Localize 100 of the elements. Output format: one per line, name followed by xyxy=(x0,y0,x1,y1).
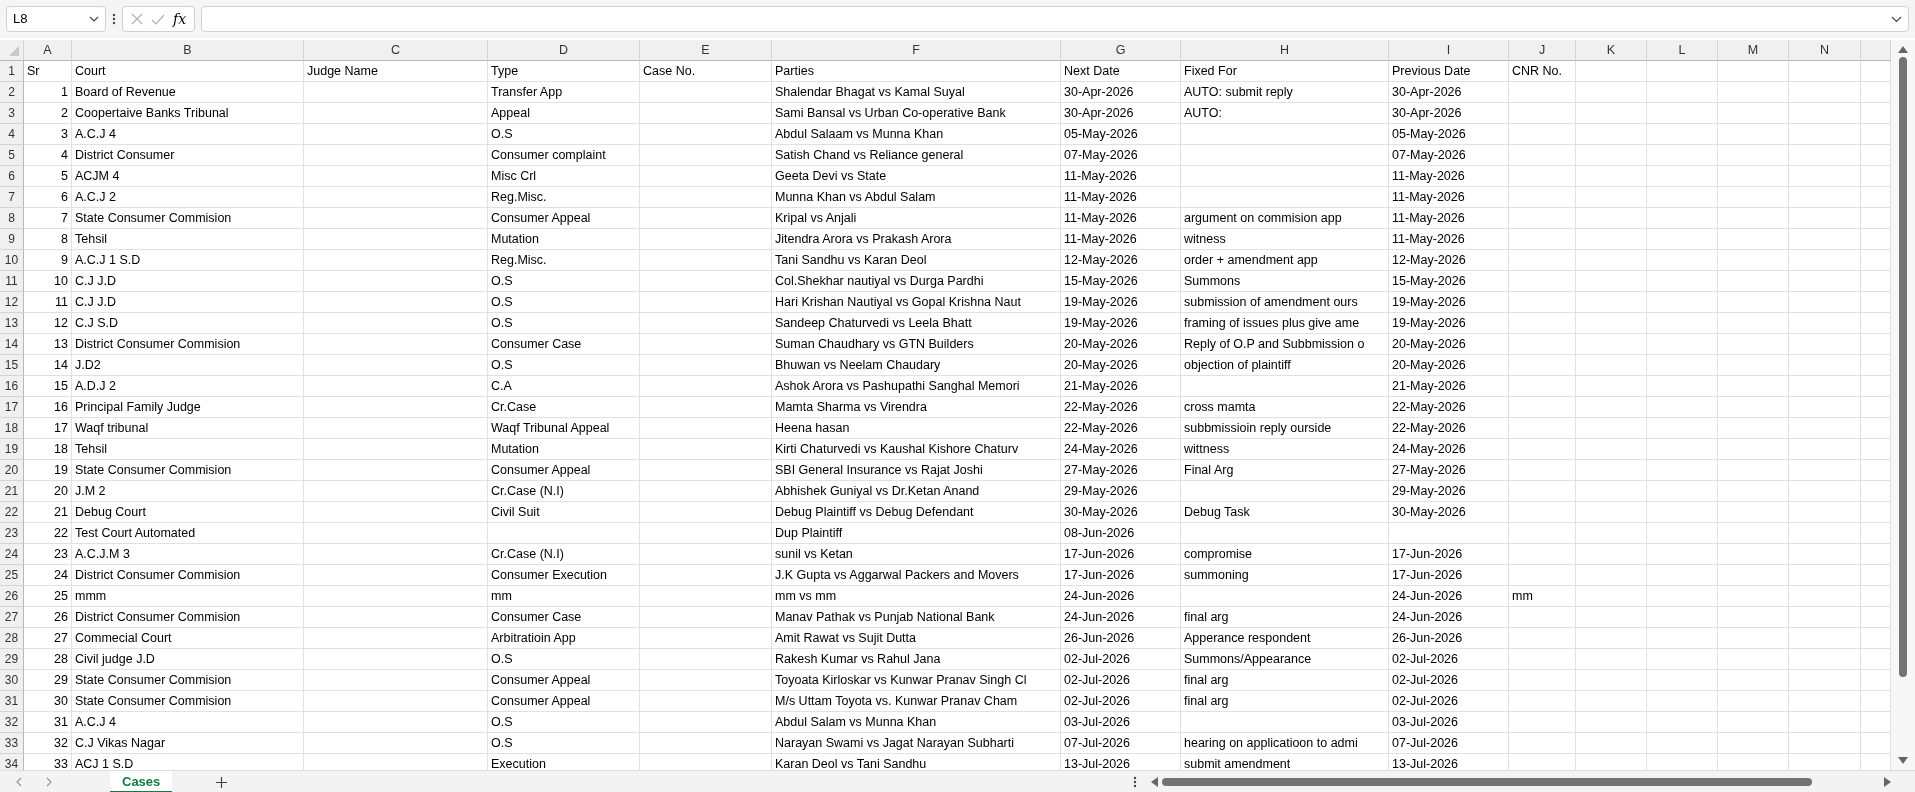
sheet-tab[interactable]: Cases xyxy=(110,770,173,792)
empty-cell[interactable] xyxy=(1718,292,1789,313)
empty-cell[interactable] xyxy=(1509,145,1576,166)
empty-cell[interactable] xyxy=(1647,334,1718,355)
empty-cell[interactable] xyxy=(1181,124,1389,145)
empty-cell[interactable] xyxy=(1509,187,1576,208)
vertical-scrollbar-thumb[interactable] xyxy=(1899,57,1907,677)
empty-cell[interactable] xyxy=(1181,586,1389,607)
empty-cell[interactable] xyxy=(1576,229,1647,250)
empty-cell[interactable] xyxy=(1509,565,1576,586)
empty-cell[interactable] xyxy=(304,649,488,670)
empty-cell[interactable] xyxy=(1789,145,1861,166)
empty-cell[interactable] xyxy=(1718,334,1789,355)
empty-cell[interactable] xyxy=(1789,229,1861,250)
scroll-down-icon[interactable] xyxy=(1898,757,1908,764)
empty-cell[interactable] xyxy=(1576,124,1647,145)
empty-cell[interactable] xyxy=(1509,460,1576,481)
empty-cell[interactable] xyxy=(1789,628,1861,649)
empty-cell[interactable] xyxy=(640,607,772,628)
empty-cell[interactable] xyxy=(1576,481,1647,502)
empty-cell[interactable] xyxy=(1576,691,1647,712)
empty-cell[interactable] xyxy=(304,208,488,229)
empty-cell[interactable] xyxy=(1576,418,1647,439)
empty-cell[interactable] xyxy=(1718,250,1789,271)
empty-cell[interactable] xyxy=(1647,418,1718,439)
row-header[interactable]: 6 xyxy=(0,166,24,187)
empty-cell[interactable] xyxy=(1647,523,1718,544)
empty-cell[interactable] xyxy=(1389,523,1509,544)
empty-cell[interactable] xyxy=(1647,82,1718,103)
row-header[interactable]: 33 xyxy=(0,733,24,754)
row-header[interactable]: 12 xyxy=(0,292,24,313)
row-header[interactable]: 18 xyxy=(0,418,24,439)
empty-cell[interactable] xyxy=(1576,376,1647,397)
empty-cell[interactable] xyxy=(1647,733,1718,754)
empty-cell[interactable] xyxy=(640,187,772,208)
empty-cell[interactable] xyxy=(1576,355,1647,376)
empty-cell[interactable] xyxy=(640,439,772,460)
empty-cell[interactable] xyxy=(1576,292,1647,313)
empty-cell[interactable] xyxy=(304,523,488,544)
empty-cell[interactable] xyxy=(1789,292,1861,313)
empty-cell[interactable] xyxy=(1647,628,1718,649)
empty-cell[interactable] xyxy=(1718,439,1789,460)
empty-cell[interactable] xyxy=(1789,502,1861,523)
empty-cell[interactable] xyxy=(1718,145,1789,166)
empty-cell[interactable] xyxy=(1718,229,1789,250)
empty-cell[interactable] xyxy=(1181,376,1389,397)
empty-cell[interactable] xyxy=(1181,145,1389,166)
empty-cell[interactable] xyxy=(1789,124,1861,145)
empty-cell[interactable] xyxy=(1576,271,1647,292)
empty-cell[interactable] xyxy=(640,712,772,733)
row-header[interactable]: 31 xyxy=(0,691,24,712)
empty-cell[interactable] xyxy=(1718,628,1789,649)
empty-cell[interactable] xyxy=(1647,712,1718,733)
empty-cell[interactable] xyxy=(1181,166,1389,187)
name-box[interactable]: L8 xyxy=(6,6,106,32)
empty-cell[interactable] xyxy=(1718,565,1789,586)
column-header[interactable]: K xyxy=(1576,40,1647,61)
empty-cell[interactable] xyxy=(1181,523,1389,544)
empty-cell[interactable] xyxy=(1509,229,1576,250)
empty-cell[interactable] xyxy=(304,103,488,124)
empty-cell[interactable] xyxy=(1789,418,1861,439)
empty-cell[interactable] xyxy=(1789,103,1861,124)
empty-cell[interactable] xyxy=(1647,271,1718,292)
empty-cell[interactable] xyxy=(1789,82,1861,103)
empty-cell[interactable] xyxy=(1647,292,1718,313)
empty-cell[interactable] xyxy=(1647,691,1718,712)
empty-cell[interactable] xyxy=(304,502,488,523)
empty-cell[interactable] xyxy=(1576,544,1647,565)
empty-cell[interactable] xyxy=(1576,628,1647,649)
empty-cell[interactable] xyxy=(640,250,772,271)
empty-cell[interactable] xyxy=(304,166,488,187)
empty-cell[interactable] xyxy=(304,712,488,733)
empty-cell[interactable] xyxy=(1509,271,1576,292)
empty-cell[interactable] xyxy=(1576,649,1647,670)
column-header[interactable]: M xyxy=(1718,40,1789,61)
row-header[interactable]: 9 xyxy=(0,229,24,250)
scroll-up-icon[interactable] xyxy=(1898,46,1908,53)
empty-cell[interactable] xyxy=(1789,481,1861,502)
empty-cell[interactable] xyxy=(1647,145,1718,166)
empty-cell[interactable] xyxy=(640,586,772,607)
empty-cell[interactable] xyxy=(1576,502,1647,523)
empty-cell[interactable] xyxy=(1789,250,1861,271)
empty-cell[interactable] xyxy=(1647,397,1718,418)
row-header[interactable]: 29 xyxy=(0,649,24,670)
empty-cell[interactable] xyxy=(304,397,488,418)
empty-cell[interactable] xyxy=(640,628,772,649)
empty-cell[interactable] xyxy=(1647,565,1718,586)
empty-cell[interactable] xyxy=(640,523,772,544)
empty-cell[interactable] xyxy=(640,418,772,439)
empty-cell[interactable] xyxy=(1789,187,1861,208)
empty-cell[interactable] xyxy=(1718,649,1789,670)
scroll-right-icon[interactable] xyxy=(1884,776,1891,787)
check-icon[interactable] xyxy=(151,13,165,25)
row-header[interactable]: 24 xyxy=(0,544,24,565)
empty-cell[interactable] xyxy=(304,439,488,460)
empty-cell[interactable] xyxy=(1647,313,1718,334)
empty-cell[interactable] xyxy=(1718,271,1789,292)
row-header[interactable]: 4 xyxy=(0,124,24,145)
empty-cell[interactable] xyxy=(1647,124,1718,145)
empty-cell[interactable] xyxy=(1789,397,1861,418)
